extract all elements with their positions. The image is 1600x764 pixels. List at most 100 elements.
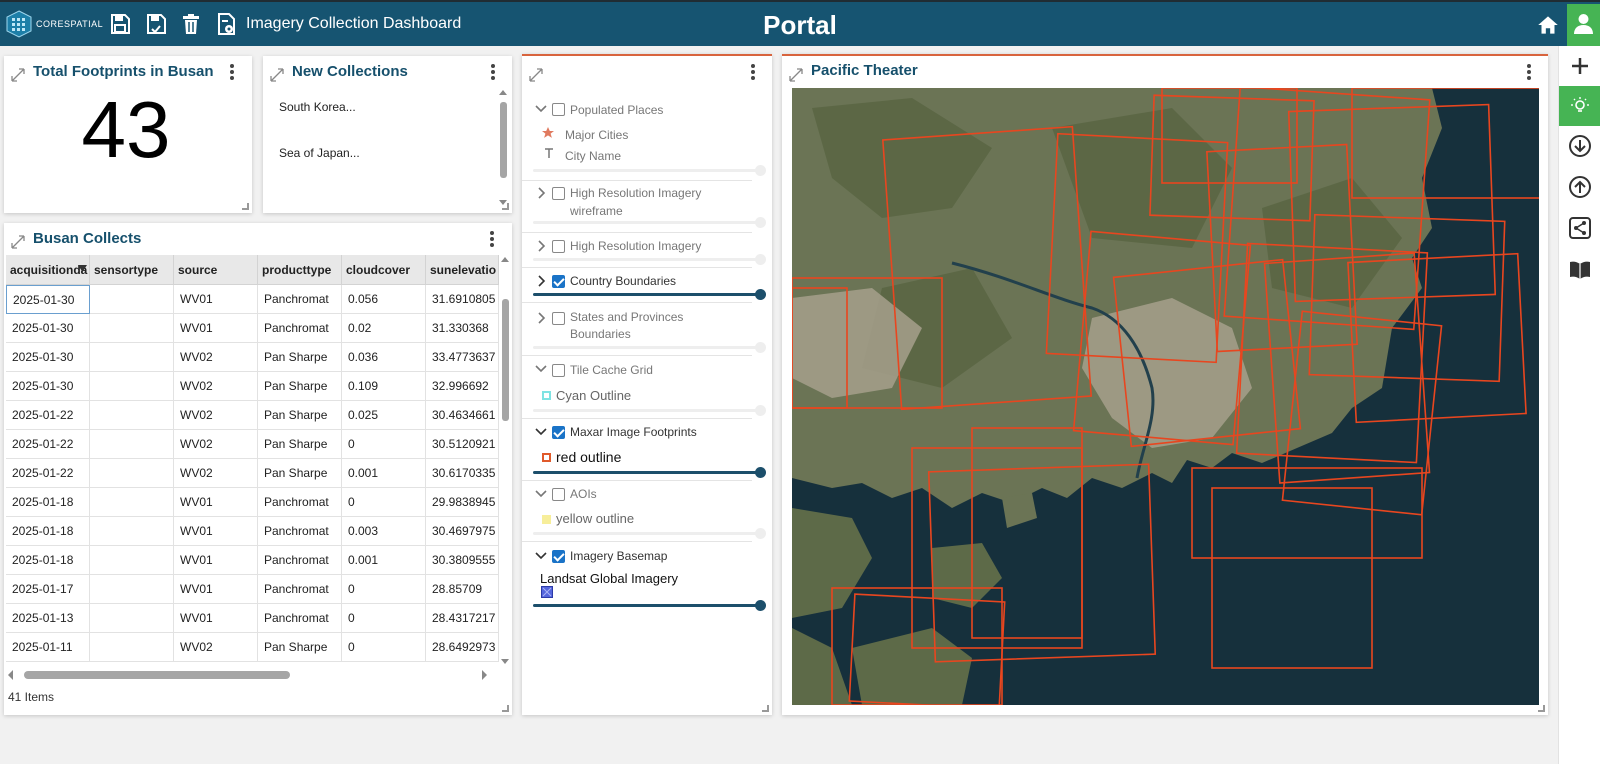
table-cell[interactable] [90, 314, 174, 343]
collection-item[interactable]: South Korea... [279, 100, 356, 114]
table-cell[interactable]: WV01 [174, 604, 258, 633]
opacity-slider-knob[interactable] [755, 254, 766, 265]
opacity-slider[interactable] [533, 258, 761, 261]
opacity-slider-knob[interactable] [755, 165, 766, 176]
table-cell[interactable]: 0 [342, 430, 426, 459]
resize-grip[interactable] [242, 203, 249, 210]
opacity-slider-knob[interactable] [755, 342, 766, 353]
expand-chevron-icon[interactable] [535, 363, 547, 375]
table-cell[interactable] [90, 546, 174, 575]
table-cell[interactable]: Panchromat [258, 285, 342, 314]
table-cell[interactable]: 2025-01-30 [6, 285, 90, 314]
expand-chevron-icon[interactable] [535, 488, 547, 500]
opacity-slider[interactable] [533, 409, 761, 412]
table-row[interactable]: 2025-01-30 WV02 Pan Sharpe 0.036 33.4773637 [6, 343, 499, 372]
save-as-icon[interactable] [144, 12, 168, 36]
table-cell[interactable]: WV02 [174, 633, 258, 662]
layer-checkbox-high-res-imagery[interactable] [552, 240, 565, 253]
resize-grip[interactable] [502, 203, 509, 210]
expand-chevron-icon[interactable] [535, 103, 547, 115]
book-button[interactable] [1559, 249, 1600, 289]
table-cell[interactable]: Panchromat [258, 546, 342, 575]
collections-scrollbar[interactable] [498, 88, 508, 208]
table-cell[interactable]: 30.5120921 [426, 430, 499, 459]
table-horizontal-scrollbar[interactable] [6, 668, 499, 682]
table-row[interactable]: 2025-01-18 WV01 Panchromat 0.001 30.3809555 [6, 546, 499, 575]
table-cell[interactable]: 0 [342, 488, 426, 517]
table-cell[interactable]: 33.4773637 [426, 343, 499, 372]
layer-checkbox-aois[interactable] [552, 488, 565, 501]
expand-icon[interactable] [789, 68, 803, 82]
table-cell[interactable] [90, 488, 174, 517]
table-cell[interactable]: Pan Sharpe [258, 459, 342, 488]
table-cell[interactable]: 2025-01-22 [6, 401, 90, 430]
table-cell[interactable]: Panchromat [258, 517, 342, 546]
expand-chevron-icon[interactable] [535, 550, 547, 562]
table-cell[interactable]: WV02 [174, 343, 258, 372]
opacity-slider-knob[interactable] [755, 467, 766, 478]
table-row[interactable]: 2025-01-30 WV01 Panchromat 0.056 31.6910805 [6, 285, 499, 314]
table-cell[interactable]: 2025-01-30 [6, 343, 90, 372]
footprints-menu-button[interactable] [225, 62, 239, 82]
table-cell[interactable]: 28.6492973 [426, 633, 499, 662]
table-cell[interactable]: 31.6910805 [426, 285, 499, 314]
table-cell[interactable]: WV01 [174, 285, 258, 314]
table-cell[interactable]: 31.330368 [426, 314, 499, 343]
table-cell[interactable]: 30.3809555 [426, 546, 499, 575]
layer-checkbox-states-provinces[interactable] [552, 312, 565, 325]
column-header-sunelevation[interactable]: sunelevatio [426, 255, 499, 285]
table-cell[interactable]: Pan Sharpe [258, 430, 342, 459]
table-cell[interactable]: WV02 [174, 401, 258, 430]
table-cell[interactable]: Pan Sharpe [258, 401, 342, 430]
collapse-chevron-icon[interactable] [535, 187, 547, 199]
table-cell[interactable] [90, 517, 174, 546]
busan-collects-menu-button[interactable] [485, 229, 499, 249]
map-canvas[interactable] [792, 88, 1539, 705]
collapse-chevron-icon[interactable] [535, 312, 547, 324]
layer-checkbox-populated-places[interactable] [552, 103, 565, 116]
table-cell[interactable]: WV01 [174, 314, 258, 343]
opacity-slider-knob[interactable] [755, 405, 766, 416]
table-cell[interactable]: 2025-01-22 [6, 430, 90, 459]
layer-checkbox-maxar-footprints[interactable] [552, 426, 565, 439]
table-cell[interactable] [90, 401, 174, 430]
table-cell[interactable]: WV01 [174, 546, 258, 575]
table-cell[interactable]: 2025-01-17 [6, 575, 90, 604]
table-cell[interactable]: 0.001 [342, 546, 426, 575]
table-cell[interactable]: 0 [342, 633, 426, 662]
table-cell[interactable]: 0.056 [342, 285, 426, 314]
column-header-cloudcover[interactable]: cloudcover [342, 255, 426, 285]
resize-grip[interactable] [762, 705, 769, 712]
document-settings-icon[interactable] [214, 12, 238, 36]
table-cell[interactable]: 30.4697975 [426, 517, 499, 546]
table-cell[interactable]: 2025-01-30 [6, 314, 90, 343]
lightbulb-button[interactable] [1559, 86, 1600, 126]
user-button[interactable] [1567, 4, 1600, 46]
table-cell[interactable] [90, 575, 174, 604]
table-cell[interactable]: WV02 [174, 430, 258, 459]
opacity-slider-knob[interactable] [755, 289, 766, 300]
opacity-slider[interactable] [533, 604, 761, 607]
table-cell[interactable]: 0.02 [342, 314, 426, 343]
expand-icon[interactable] [11, 68, 25, 82]
table-cell[interactable]: 0 [342, 575, 426, 604]
table-cell[interactable]: WV01 [174, 517, 258, 546]
layer-checkbox-imagery-basemap[interactable] [552, 550, 565, 563]
table-cell[interactable] [90, 633, 174, 662]
table-cell[interactable] [90, 430, 174, 459]
table-cell[interactable]: 0 [342, 604, 426, 633]
sort-desc-icon[interactable] [78, 265, 87, 273]
table-row[interactable]: 2025-01-18 WV01 Panchromat 0 29.9838945 [6, 488, 499, 517]
table-row[interactable]: 2025-01-30 WV01 Panchromat 0.02 31.330368 [6, 314, 499, 343]
table-cell[interactable]: 2025-01-30 [6, 372, 90, 401]
opacity-slider-knob[interactable] [755, 217, 766, 228]
layer-list-menu-button[interactable] [746, 62, 760, 82]
layer-checkbox-country-boundaries[interactable] [552, 275, 565, 288]
share-button[interactable] [1559, 208, 1600, 248]
layer-checkbox-tile-cache-grid[interactable] [552, 364, 565, 377]
table-row[interactable]: 2025-01-18 WV01 Panchromat 0.003 30.4697975 [6, 517, 499, 546]
opacity-slider[interactable] [533, 169, 761, 172]
table-row[interactable]: 2025-01-22 WV02 Pan Sharpe 0 30.5120921 [6, 430, 499, 459]
opacity-slider[interactable] [533, 221, 761, 224]
table-cell[interactable] [90, 459, 174, 488]
